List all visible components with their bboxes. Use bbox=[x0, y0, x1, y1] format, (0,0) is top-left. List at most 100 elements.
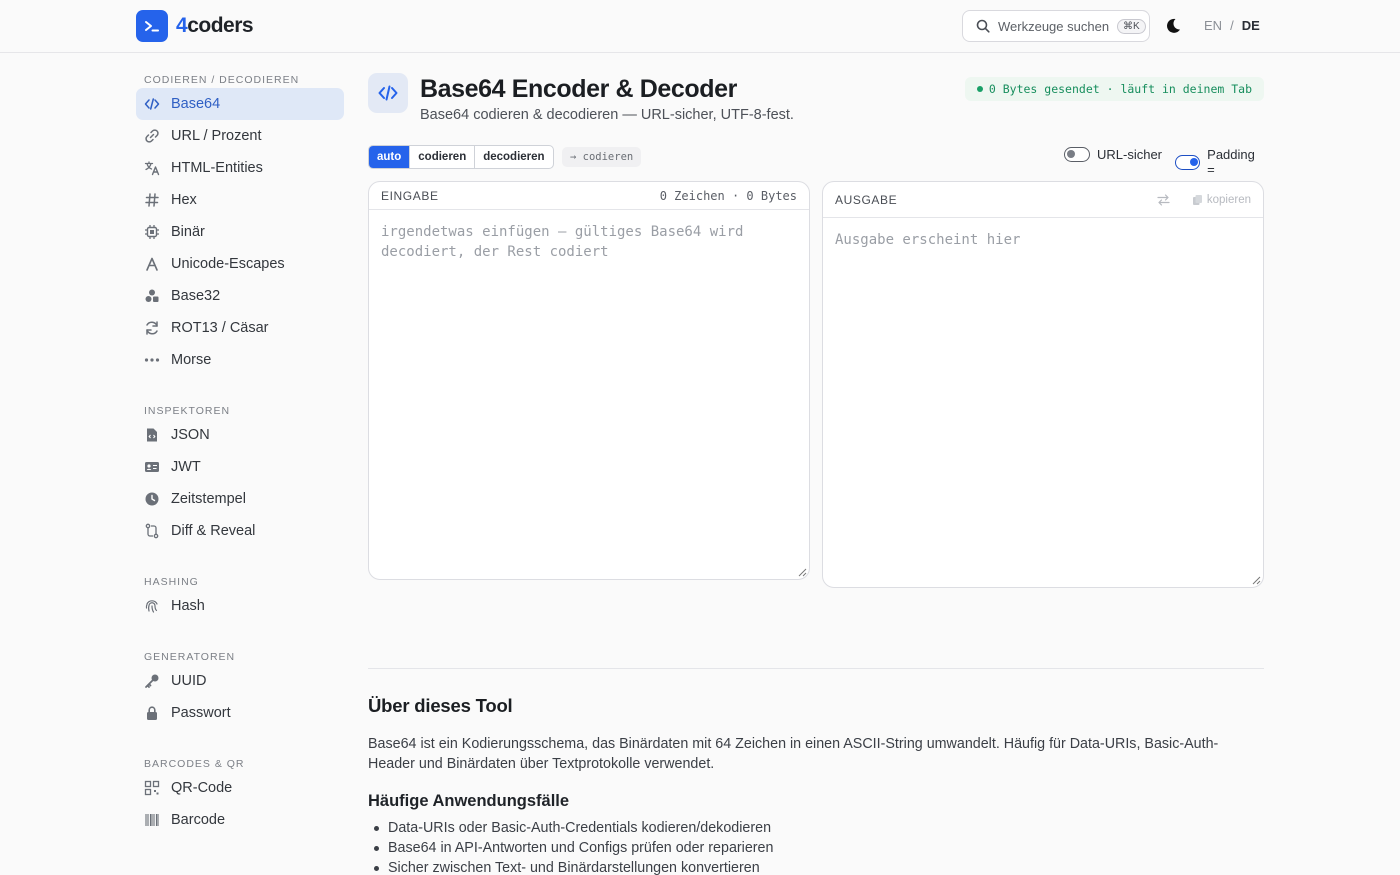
moon-icon bbox=[1167, 18, 1180, 33]
sidebar-item-base64[interactable]: Base64 bbox=[136, 88, 344, 120]
resize-handle-icon[interactable] bbox=[798, 568, 807, 577]
sidebar-item-json[interactable]: JSON bbox=[136, 419, 344, 451]
sidebar-item-label: Binär bbox=[171, 224, 205, 240]
sidebar-item-label: Base64 bbox=[171, 96, 221, 112]
brand-name: 4coders bbox=[176, 14, 254, 37]
search-label: Werkzeuge suchen bbox=[998, 18, 1110, 34]
mode-selector: auto codieren decodieren bbox=[368, 145, 554, 169]
input-header-label: EINGABE bbox=[381, 188, 439, 203]
clock-icon bbox=[144, 491, 160, 507]
sidebar-item-rot13-cäsar[interactable]: ROT13 / Cäsar bbox=[136, 312, 344, 344]
lock-icon bbox=[144, 705, 160, 721]
sidebar-item-label: JSON bbox=[171, 427, 210, 443]
sidebar-item-passwort[interactable]: Passwort bbox=[136, 697, 344, 729]
sidebar-item-base32[interactable]: Base32 bbox=[136, 280, 344, 312]
sidebar-item-morse[interactable]: Morse bbox=[136, 344, 344, 376]
resize-handle-icon[interactable] bbox=[1252, 576, 1261, 585]
mode-codieren-button[interactable]: codieren bbox=[409, 146, 474, 168]
lang-en-link[interactable]: EN bbox=[1204, 18, 1222, 33]
logo[interactable]: 4coders bbox=[136, 10, 254, 42]
sidebar-item-label: Hex bbox=[171, 192, 197, 208]
sidebar-item-zeitstempel[interactable]: Zeitstempel bbox=[136, 483, 344, 515]
about-title: Über dieses Tool bbox=[368, 695, 513, 716]
id-card-icon bbox=[144, 459, 160, 475]
sidebar: CODIEREN / DECODIEREN Base64 URL / Prozent… bbox=[136, 53, 344, 836]
output-actions: kopieren bbox=[1157, 194, 1251, 206]
privacy-text: 0 Bytes gesendet · läuft in deinem Tab bbox=[988, 82, 1252, 96]
theme-toggle-button[interactable] bbox=[1164, 17, 1182, 35]
sidebar-item-diff-reveal[interactable]: Diff & Reveal bbox=[136, 515, 344, 547]
sidebar-item-qr-code[interactable]: QR-Code bbox=[136, 772, 344, 804]
sidebar-item-label: Unicode-Escapes bbox=[171, 256, 285, 272]
lang-separator: / bbox=[1230, 18, 1234, 33]
copy-label: kopieren bbox=[1206, 193, 1251, 206]
padding-toggle[interactable]: Padding = bbox=[1175, 147, 1264, 177]
top-bar: 4coders Werkzeuge suchen ⌘K EN / DE bbox=[0, 0, 1400, 53]
use-cases-title: Häufige Anwendungsfälle bbox=[368, 792, 570, 810]
json-file-icon bbox=[144, 427, 160, 443]
output-header-label: AUSGABE bbox=[835, 192, 898, 207]
sidebar-item-label: URL / Prozent bbox=[171, 128, 262, 144]
about-text: Base64 ist ein Kodierungsschema, das Bin… bbox=[368, 736, 1219, 772]
url-safe-switch[interactable] bbox=[1064, 147, 1090, 162]
sidebar-item-uuid[interactable]: UUID bbox=[136, 665, 344, 697]
sidebar-section-title: GENERATOREN bbox=[144, 651, 236, 663]
list-item: Base64 in API-Antworten und Configs prüf… bbox=[373, 840, 774, 856]
privacy-badge: 0 Bytes gesendet · läuft in deinem Tab bbox=[964, 77, 1264, 101]
sidebar-item-jwt[interactable]: JWT bbox=[136, 451, 344, 483]
sidebar-item-label: QR-Code bbox=[171, 780, 233, 796]
url-safe-label: URL-sicher bbox=[1097, 147, 1163, 162]
diff-icon bbox=[144, 523, 160, 539]
code-icon bbox=[368, 73, 408, 113]
tool-search-button[interactable]: Werkzeuge suchen ⌘K bbox=[962, 10, 1150, 42]
sidebar-item-html-entities[interactable]: HTML-Entities bbox=[136, 152, 344, 184]
sidebar-item-url-prozent[interactable]: URL / Prozent bbox=[136, 120, 344, 152]
sidebar-item-binär[interactable]: Binär bbox=[136, 216, 344, 248]
use-cases-list: Data-URIs oder Basic-Auth-Credentials ko… bbox=[373, 818, 774, 875]
terminal-icon bbox=[136, 10, 168, 42]
sidebar-item-label: UUID bbox=[171, 673, 207, 689]
sidebar-section-title: CODIEREN / DECODIEREN bbox=[144, 74, 300, 86]
code-icon bbox=[144, 96, 160, 112]
lang-de-link[interactable]: DE bbox=[1242, 18, 1260, 33]
sidebar-item-label: ROT13 / Cäsar bbox=[171, 320, 269, 336]
mode-hint: → codieren bbox=[562, 147, 642, 167]
input-textarea[interactable]: irgendetwas einfügen — gültiges Base64 w… bbox=[369, 210, 809, 274]
translate-icon bbox=[144, 160, 160, 176]
sidebar-item-unicode-escapes[interactable]: Unicode-Escapes bbox=[136, 248, 344, 280]
url-safe-toggle[interactable]: URL-sicher bbox=[1064, 147, 1162, 162]
swap-icon[interactable] bbox=[1157, 193, 1170, 206]
language-switch: EN / DE bbox=[1204, 18, 1260, 33]
padding-switch[interactable] bbox=[1175, 154, 1201, 170]
page-title: Base64 Encoder & Decoder bbox=[420, 75, 737, 103]
sidebar-item-label: JWT bbox=[171, 459, 201, 475]
search-shortcut: ⌘K bbox=[1117, 18, 1146, 34]
sidebar-item-label: Passwort bbox=[171, 705, 231, 721]
sidebar-item-hash[interactable]: Hash bbox=[136, 590, 344, 622]
output-area[interactable]: Ausgabe erscheint hier bbox=[823, 218, 1263, 262]
sidebar-item-label: HTML-Entities bbox=[171, 160, 263, 176]
output-panel: AUSGABE kopieren Ausgabe erscheint hier bbox=[822, 181, 1264, 588]
list-item: Sicher zwischen Text- und Binärdarstellu… bbox=[373, 858, 773, 875]
copy-button[interactable]: kopieren bbox=[1192, 194, 1251, 206]
sidebar-section-title: INSPEKTOREN bbox=[144, 405, 231, 417]
fingerprint-icon bbox=[144, 598, 160, 614]
letter-a-icon bbox=[144, 256, 160, 272]
hash-icon bbox=[144, 192, 160, 208]
key-icon bbox=[144, 673, 160, 689]
shapes-icon bbox=[144, 288, 160, 304]
sidebar-item-label: Morse bbox=[171, 352, 212, 368]
padding-label: Padding = bbox=[1207, 147, 1255, 177]
sidebar-item-hex[interactable]: Hex bbox=[136, 184, 344, 216]
sidebar-item-barcode[interactable]: Barcode bbox=[136, 804, 344, 836]
sidebar-item-label: Hash bbox=[171, 598, 205, 614]
output-header: AUSGABE kopieren bbox=[823, 182, 1263, 218]
barcode-icon bbox=[144, 812, 160, 828]
mode-auto-button[interactable]: auto bbox=[369, 146, 410, 168]
sidebar-item-label: Diff & Reveal bbox=[171, 523, 256, 539]
mode-decodieren-button[interactable]: decodieren bbox=[474, 146, 552, 168]
tool-controls: auto codieren decodieren → codieren URL-si… bbox=[368, 145, 1264, 177]
input-stats: 0 Zeichen · 0 Bytes bbox=[659, 188, 797, 203]
input-header: EINGABE 0 Zeichen · 0 Bytes bbox=[369, 182, 809, 210]
status-dot bbox=[976, 86, 983, 92]
